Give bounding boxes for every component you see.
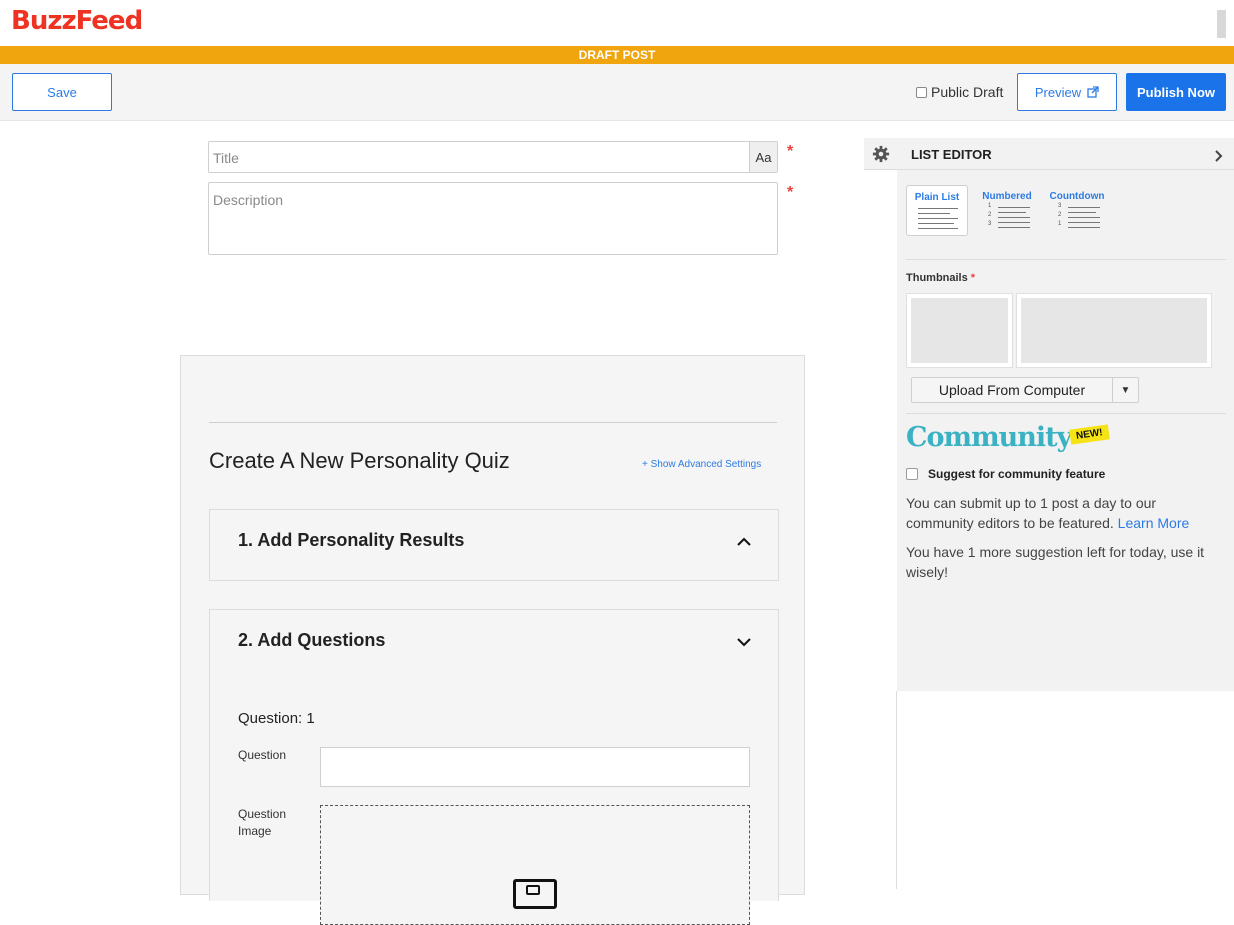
scrollbar-handle[interactable] [1217,10,1226,38]
public-draft-label: Public Draft [931,84,1004,100]
list-number: 3 [1058,203,1062,209]
upload-label: Upload From Computer [912,378,1113,402]
thumbnails-required-marker: * [970,272,976,284]
title-format-button[interactable]: Aa [749,142,777,172]
preview-button[interactable]: Preview [1017,73,1117,111]
upload-from-computer-button[interactable]: Upload From Computer ▼ [911,377,1139,403]
list-editor-sidebar: LIST EDITOR Plain List Numbered 1 2 3 Co… [897,138,1234,691]
section-label: 2. Add Questions [238,630,386,650]
chevron-up-icon[interactable] [736,534,752,550]
list-type-label: Numbered [982,191,1032,202]
external-link-icon [1087,86,1099,98]
question-text-input[interactable] [320,747,750,787]
sidebar-edge [896,691,897,889]
sidebar-divider [906,413,1226,414]
question-editor: Question: 1 Question Question Image [209,681,779,925]
suggest-community-checkbox[interactable] [906,468,918,480]
public-draft-checkbox[interactable] [916,86,927,98]
learn-more-link[interactable]: Learn More [1118,515,1190,531]
list-type-label: Plain List [914,192,960,203]
gear-icon [872,145,889,162]
draft-status-banner: DRAFT POST [0,46,1234,64]
section-label: 1. Add Personality Results [238,530,465,550]
list-number: 2 [988,212,992,218]
community-submit-info: You can submit up to 1 post a day to our… [906,493,1226,533]
list-type-selector: Plain List Numbered 1 2 3 Countdown 3 2 … [906,185,1108,236]
save-button[interactable]: Save [12,73,112,111]
title-required-marker: * [787,143,794,160]
suggestion-remaining-text: You have 1 more suggestion left for toda… [906,544,1205,580]
sidebar-divider [906,259,1226,260]
public-draft-toggle[interactable]: Public Draft [916,84,1003,100]
list-number: 3 [988,221,992,227]
caret-down-icon[interactable]: ▼ [1113,378,1138,402]
list-number: 1 [1058,221,1062,227]
thumbnail-wide[interactable] [1016,293,1212,368]
description-input[interactable]: Description [208,182,778,255]
question-number: Question: 1 [238,710,315,727]
question-label: Question [238,748,287,762]
settings-tab[interactable] [864,138,897,170]
community-heading: Community [906,422,1072,453]
title-placeholder: Title [213,150,239,166]
new-badge: NEW! [1069,424,1110,445]
thumbnail-small[interactable] [906,293,1013,368]
editor-toolbar: Save Public Draft Preview Publish Now [0,64,1234,121]
chevron-down-icon[interactable] [736,634,752,650]
plain-list-icon [918,208,958,233]
show-advanced-settings-link[interactable]: + Show Advanced Settings [642,459,761,470]
personality-quiz-panel: Create A New Personality Quiz + Show Adv… [180,355,805,925]
thumbnails-label: Thumbnails * [906,272,975,284]
list-type-label: Countdown [1049,191,1105,202]
quiz-heading: Create A New Personality Quiz [209,448,510,473]
quiz-divider [209,422,777,423]
list-type-plain[interactable]: Plain List [906,185,968,236]
add-personality-results-section[interactable]: 1. Add Personality Results [209,509,779,581]
suggest-community-toggle[interactable]: Suggest for community feature [906,467,1105,481]
top-bar: BuzzFeed [0,0,1234,46]
question-image-label: Question Image [238,807,287,838]
list-type-countdown[interactable]: Countdown 3 2 1 [1046,185,1108,236]
suggest-community-label: Suggest for community feature [928,467,1106,481]
buzzfeed-logo[interactable]: BuzzFeed [11,6,143,36]
list-type-numbered[interactable]: Numbered 1 2 3 [976,185,1038,236]
list-number: 1 [988,203,992,209]
image-placeholder-icon [513,879,557,909]
title-input[interactable]: Title Aa [208,141,778,173]
preview-label: Preview [1034,84,1082,100]
list-editor-header[interactable]: LIST EDITOR [897,138,1234,170]
description-placeholder: Description [213,192,284,208]
numbered-list-icon: 1 2 3 [988,203,1030,232]
description-required-marker: * [787,184,794,201]
list-editor-title: LIST EDITOR [911,147,992,162]
publish-now-button[interactable]: Publish Now [1126,73,1226,111]
chevron-right-icon[interactable] [1214,149,1224,163]
thumbnails-label-text: Thumbnails [906,272,968,284]
question-image-dropzone[interactable] [320,805,750,925]
add-questions-section[interactable]: 2. Add Questions [209,609,779,682]
countdown-list-icon: 3 2 1 [1058,203,1100,232]
list-number: 2 [1058,212,1062,218]
